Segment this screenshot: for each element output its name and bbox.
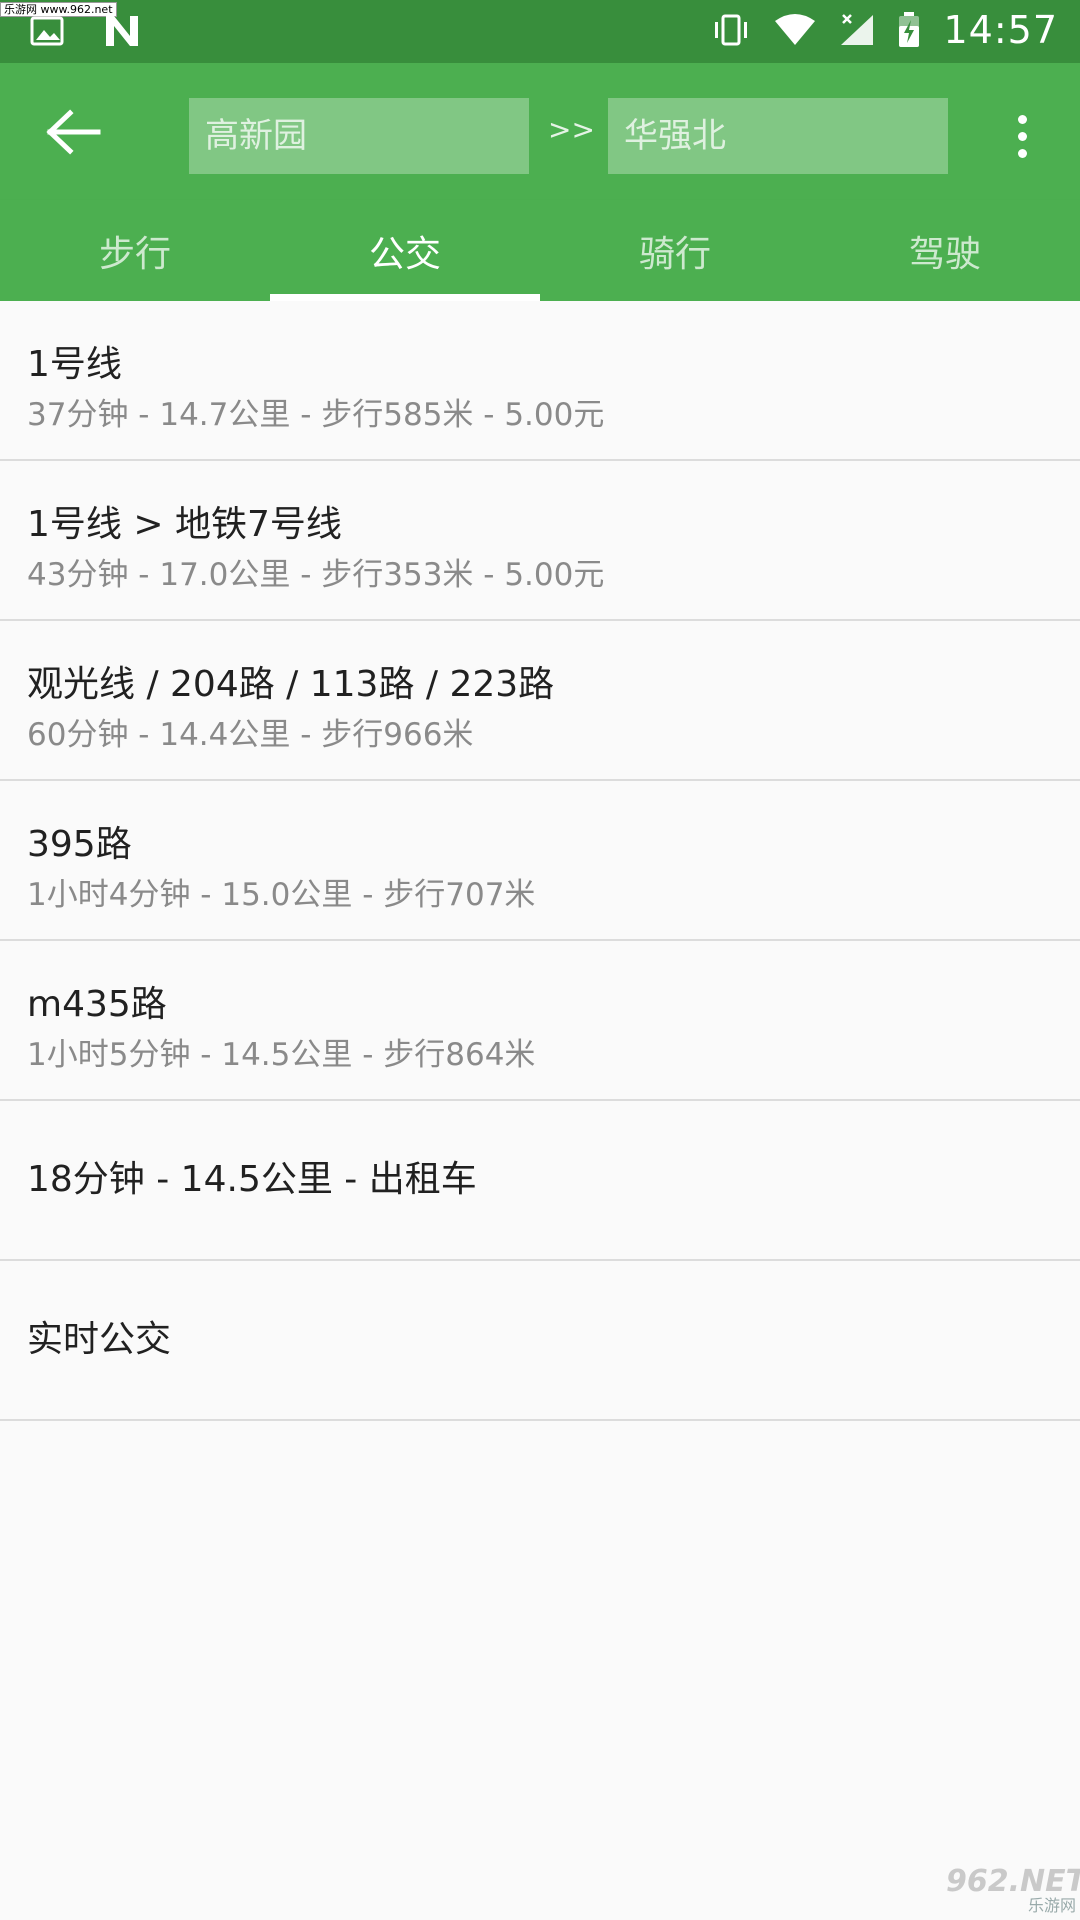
overflow-menu-button[interactable] bbox=[1010, 115, 1034, 165]
route-item[interactable]: 1号线 37分钟 - 14.7公里 - 步行585米 - 5.00元 bbox=[0, 301, 1080, 461]
route-title: 1号线 bbox=[27, 344, 122, 385]
n-logo-icon bbox=[106, 16, 138, 46]
back-button[interactable] bbox=[46, 109, 102, 155]
cellular-signal-icon bbox=[841, 14, 874, 45]
image-notification-icon bbox=[30, 16, 64, 46]
watermark-logo: 962.NET 乐游网 bbox=[946, 1867, 1080, 1916]
route-title: 1号线 > 地铁7号线 bbox=[27, 504, 342, 545]
route-title: m435路 bbox=[27, 984, 167, 1025]
route-detail: 60分钟 - 14.4公里 - 步行966米 bbox=[27, 717, 474, 753]
status-bar: 乐游网 www.962.net 14:57 bbox=[0, 0, 1080, 63]
route-item[interactable]: 1号线 > 地铁7号线 43分钟 - 17.0公里 - 步行353米 - 5.0… bbox=[0, 461, 1080, 621]
route-detail: 1小时4分钟 - 15.0公里 - 步行707米 bbox=[27, 877, 536, 913]
route-separator: >> bbox=[548, 113, 595, 146]
tab-bike[interactable]: 骑行 bbox=[540, 200, 810, 301]
watermark-site-text: 乐游网 bbox=[1027, 1896, 1076, 1915]
realtime-bus-item[interactable]: 实时公交 bbox=[0, 1261, 1080, 1421]
origin-field[interactable]: 高新园 bbox=[189, 98, 529, 174]
tab-bus[interactable]: 公交 bbox=[270, 200, 540, 301]
status-clock: 14:57 bbox=[943, 8, 1058, 52]
watermark-logo-text: 962.NET bbox=[946, 1864, 1080, 1899]
route-detail: 37分钟 - 14.7公里 - 步行585米 - 5.00元 bbox=[27, 397, 605, 433]
destination-field[interactable]: 华强北 bbox=[608, 98, 948, 174]
toolbar: 高新园 >> 华强北 bbox=[0, 63, 1080, 200]
more-vert-icon bbox=[1017, 115, 1027, 124]
taxi-route-item[interactable]: 18分钟 - 14.5公里 - 出租车 bbox=[0, 1101, 1080, 1261]
vibrate-icon bbox=[715, 14, 748, 46]
arrow-back-icon bbox=[46, 109, 101, 155]
route-item[interactable]: m435路 1小时5分钟 - 14.5公里 - 步行864米 bbox=[0, 941, 1080, 1101]
route-item[interactable]: 观光线 / 204路 / 113路 / 223路 60分钟 - 14.4公里 -… bbox=[0, 621, 1080, 781]
route-title: 18分钟 - 14.5公里 - 出租车 bbox=[27, 1159, 477, 1200]
wifi-icon bbox=[775, 14, 816, 45]
battery-charging-icon bbox=[899, 12, 920, 47]
route-detail: 43分钟 - 17.0公里 - 步行353米 - 5.00元 bbox=[27, 557, 605, 593]
tab-walk[interactable]: 步行 bbox=[0, 200, 270, 301]
route-item[interactable]: 395路 1小时4分钟 - 15.0公里 - 步行707米 bbox=[0, 781, 1080, 941]
travel-mode-tabs: 步行 公交 骑行 驾驶 bbox=[0, 200, 1080, 301]
route-detail: 1小时5分钟 - 14.5公里 - 步行864米 bbox=[27, 1037, 536, 1073]
route-title: 395路 bbox=[27, 824, 132, 865]
tab-drive[interactable]: 驾驶 bbox=[810, 200, 1080, 301]
route-title: 实时公交 bbox=[27, 1319, 172, 1360]
route-list: 1号线 37分钟 - 14.7公里 - 步行585米 - 5.00元 1号线 >… bbox=[0, 301, 1080, 1421]
route-title: 观光线 / 204路 / 113路 / 223路 bbox=[27, 664, 555, 705]
status-notification-icons bbox=[30, 14, 142, 48]
